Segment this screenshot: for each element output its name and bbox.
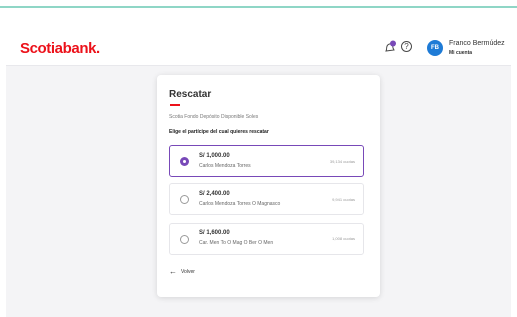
radio-selected[interactable] bbox=[180, 157, 189, 166]
option-amount: S/ 2,400.00 bbox=[199, 191, 230, 197]
option-amount: S/ 1,600.00 bbox=[199, 230, 230, 236]
radio-unselected[interactable] bbox=[180, 195, 189, 204]
participant-option-3[interactable]: S/ 1,600.00 Car. Men To O Mag O Ber O Me… bbox=[169, 223, 364, 255]
top-accent-line bbox=[0, 6, 517, 8]
participant-prompt: Elige el partícipe del cual quieres resc… bbox=[169, 129, 269, 135]
option-amount: S/ 1,000.00 bbox=[199, 153, 230, 159]
option-participant-name: Car. Men To O Mag O Ber O Men bbox=[199, 240, 274, 246]
participant-option-2[interactable]: S/ 2,400.00 Carlos Mendoza Torres O Magn… bbox=[169, 183, 364, 215]
option-units: 9,941 cuotas bbox=[332, 197, 355, 202]
title-underline bbox=[170, 104, 180, 106]
bell-icon-graphic bbox=[385, 40, 396, 52]
option-participant-name: Carlos Mendoza Torres O Magnasco bbox=[199, 201, 281, 207]
avatar[interactable]: FB bbox=[427, 40, 443, 56]
page-title: Rescatar bbox=[169, 89, 212, 100]
arrow-left-icon: ← bbox=[169, 267, 177, 276]
option-units: 1,008 cuotas bbox=[332, 236, 355, 241]
user-account-link[interactable]: Mi cuenta bbox=[449, 50, 472, 56]
back-link[interactable]: ← Volver bbox=[169, 267, 195, 276]
option-participant-name: Carlos Mendoza Torres bbox=[199, 163, 251, 169]
scotiabank-logo[interactable]: Scotiabank. bbox=[20, 40, 100, 57]
option-units: 39,134 cuotas bbox=[329, 159, 355, 164]
help-icon[interactable]: ? bbox=[401, 41, 412, 52]
bell-icon[interactable] bbox=[383, 40, 397, 54]
fund-name: Scotia Fondo Depósito Disponible Soles bbox=[169, 114, 259, 120]
participant-option-1[interactable]: S/ 1,000.00 Carlos Mendoza Torres 39,134… bbox=[169, 145, 364, 177]
radio-unselected[interactable] bbox=[180, 235, 189, 244]
back-label: Volver bbox=[181, 269, 195, 275]
user-name[interactable]: Franco Bermúdez bbox=[449, 40, 505, 47]
